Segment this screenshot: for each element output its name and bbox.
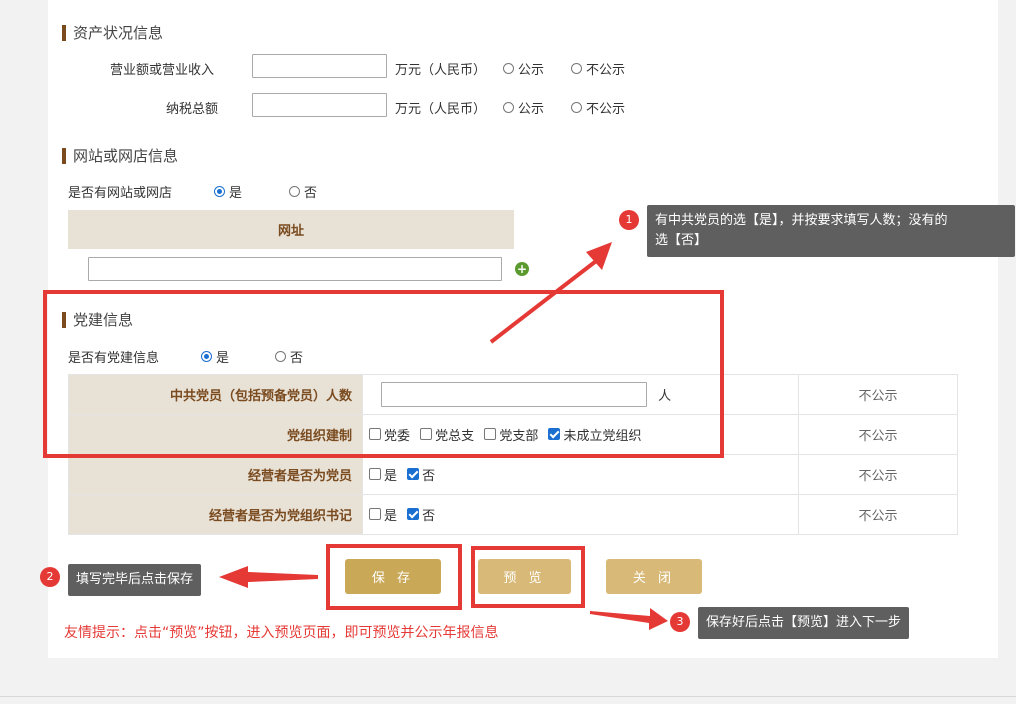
annotation-badge-3: 3: [670, 612, 690, 632]
tip1-line1: 有中共党员的选【是】，并按要求填写人数；没有的: [655, 213, 948, 228]
tip1-line2: 选【否】: [655, 233, 708, 248]
annotation-badge-2: 2: [40, 567, 60, 587]
annotation-arrows: [219, 242, 668, 630]
annotation-tip-2: 填写完毕后点击保存: [68, 564, 202, 596]
annotation-tip-1: 有中共党员的选【是】，并按要求填写人数；没有的 选【否】: [647, 205, 1015, 257]
annotation-tip-3: 保存好后点击【预览】进入下一步: [698, 607, 910, 639]
arrow-to-tip1: [489, 256, 602, 344]
arrow-to-save-icon: [219, 566, 318, 588]
arrow-to-tip3-icon: [590, 608, 668, 630]
annotation-badge-1: 1: [619, 210, 639, 230]
